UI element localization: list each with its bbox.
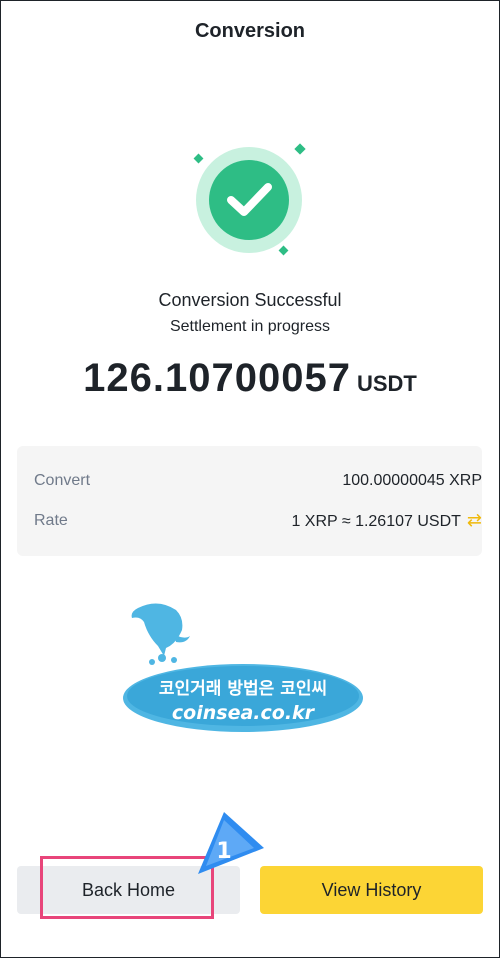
watermark-domain: coinsea.co.kr	[172, 702, 316, 724]
highlight-box	[40, 856, 214, 919]
detail-value: 100.00000045 XRP	[342, 472, 482, 489]
coinsea-watermark-logo: 코인거래 방법은 코인씨 coinsea.co.kr	[123, 603, 363, 732]
amount-unit: USDT	[356, 371, 417, 396]
swap-icon[interactable]: ⇄	[467, 510, 482, 530]
detail-row-rate: Rate 1 XRP ≈ 1.26107 USDT ⇄	[34, 510, 482, 531]
watermark-korean: 코인거래 방법은 코인씨	[159, 679, 327, 699]
detail-label: Convert	[34, 472, 91, 489]
step-number: 1	[216, 839, 231, 864]
status-heading: Conversion Successful	[158, 290, 342, 310]
view-history-button[interactable]: View History	[260, 866, 483, 914]
conversion-details-card: Convert 100.00000045 XRP Rate 1 XRP ≈ 1.…	[17, 446, 482, 556]
detail-value: 1 XRP ≈ 1.26107 USDT	[291, 513, 461, 530]
page-title: Conversion	[194, 20, 306, 42]
amount-value: 126.10700057	[83, 356, 351, 400]
detail-row-convert: Convert 100.00000045 XRP	[34, 472, 482, 490]
converted-amount: 126.10700057 USDT	[0, 356, 500, 401]
status-subheading: Settlement in progress	[169, 318, 331, 335]
success-check-icon	[193, 143, 306, 256]
step-pointer-icon: 1	[198, 812, 264, 874]
detail-label: Rate	[34, 511, 68, 529]
